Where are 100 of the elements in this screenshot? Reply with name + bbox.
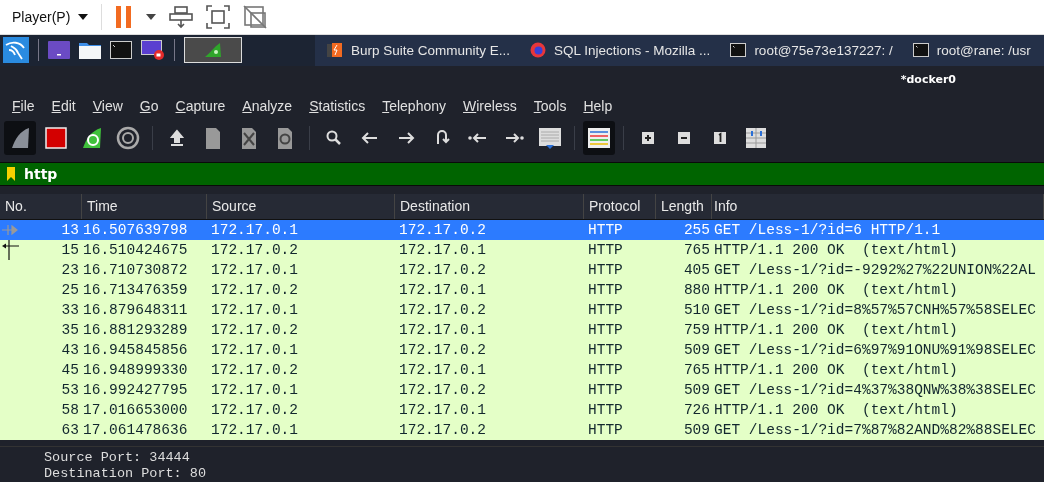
table-cell-text: 255 xyxy=(682,221,711,240)
table-cell-text: 16.948999330 xyxy=(82,361,189,380)
table-cell-text: HTTP/1.1 200 OK (text/html) xyxy=(713,241,959,260)
table-cell-text: 172.17.0.2 xyxy=(398,301,487,320)
table-cell-text: 33 xyxy=(60,301,80,320)
table-cell-text: 172.17.0.1 xyxy=(210,421,299,440)
table-cell-text: 726 xyxy=(682,401,711,420)
menu-item[interactable]: File xyxy=(12,98,35,115)
packet-row[interactable]: 45 16.948999330 172.17.0.2 172.17.0.1 HTTP 765 HTTP/1.1 200 OK (text/html) xyxy=(0,360,1044,380)
table-cell-text: 16.992427795 xyxy=(82,381,189,400)
taskbar-window[interactable]: Burp Suite Community E... xyxy=(315,35,519,66)
table-cell-text: 17.016653000 xyxy=(82,401,189,420)
table-cell-text: 172.17.0.1 xyxy=(398,361,487,380)
table-cell-text: 53 xyxy=(60,381,80,400)
table-cell-text: 16.881293289 xyxy=(82,321,189,340)
table-cell-text: GET /Less-1/?id=4%37%38QNW%38%38SELEC xyxy=(713,381,1037,400)
table-cell-text: 16.879648311 xyxy=(82,301,189,320)
column-header[interactable]: No. xyxy=(0,194,82,219)
column-header[interactable]: Info xyxy=(712,194,1044,219)
column-header[interactable]: Destination xyxy=(395,194,584,219)
table-cell-text: 16.510424675 xyxy=(82,241,189,260)
table-cell-text: 17.061478636 xyxy=(82,421,189,440)
taskbar-window[interactable]: SQL Injections - Mozilla ... xyxy=(518,35,719,66)
detail-line: Destination Port: 80 xyxy=(44,466,208,482)
table-cell-text: 172.17.0.2 xyxy=(398,381,487,400)
table-cell-text: 13 xyxy=(60,221,80,240)
table-cell-text: HTTP xyxy=(587,301,624,320)
table-cell-text: 765 xyxy=(682,361,711,380)
table-cell-text: 172.17.0.2 xyxy=(210,241,299,260)
table-cell-text: HTTP/1.1 200 OK (text/html) xyxy=(713,321,959,340)
packet-row[interactable]: 23 16.710730872 172.17.0.1 172.17.0.2 HTTP 405 GET /Less-1/?id=-9292%27%22UNION%22AL xyxy=(0,260,1044,280)
table-cell-text: 63 xyxy=(60,421,80,440)
display-filter-field[interactable]: http xyxy=(0,162,1044,186)
table-cell-text: 765 xyxy=(682,241,711,260)
table-cell-text: 172.17.0.2 xyxy=(210,361,299,380)
table-cell-text: 16.507639798 xyxy=(82,221,189,240)
menu-item[interactable]: Go xyxy=(139,98,159,115)
table-cell-text: HTTP/1.1 200 OK (text/html) xyxy=(713,281,959,300)
table-cell-text: 172.17.0.2 xyxy=(210,321,299,340)
table-cell-text: 405 xyxy=(682,261,711,280)
menu-item[interactable]: Wireless xyxy=(463,98,517,115)
table-cell-text: 58 xyxy=(60,401,80,420)
player-menu[interactable]: Player(P) xyxy=(12,9,89,26)
packet-row[interactable]: 15 16.510424675 172.17.0.2 172.17.0.1 HTTP 765 HTTP/1.1 200 OK (text/html) xyxy=(0,240,1044,260)
packet-row[interactable]: 63 17.061478636 172.17.0.1 172.17.0.2 HTTP 509 GET /Less-1/?id=7%87%82AND%82%88SELEC xyxy=(0,420,1044,440)
taskbar-window[interactable]: root@75e73e137227: / xyxy=(718,35,901,66)
table-cell-text: 172.17.0.2 xyxy=(210,281,299,300)
table-cell-text: 172.17.0.1 xyxy=(210,301,299,320)
table-cell-text: 172.17.0.1 xyxy=(398,321,487,340)
table-cell-text: 172.17.0.1 xyxy=(210,221,299,240)
table-cell-text: 172.17.0.1 xyxy=(210,341,299,360)
menu-item[interactable]: Help xyxy=(583,98,613,115)
table-cell-text: 43 xyxy=(60,341,80,360)
column-header[interactable]: Source xyxy=(207,194,395,219)
packet-row[interactable]: 13 16.507639798 172.17.0.1 172.17.0.2 HTTP 255 GET /Less-1/?id=6 HTTP/1.1 xyxy=(0,220,1044,240)
table-cell-text: 16.713476359 xyxy=(82,281,189,300)
table-cell-text: HTTP xyxy=(587,421,624,440)
table-cell-text: 509 xyxy=(682,381,711,400)
table-cell-text: 172.17.0.1 xyxy=(210,381,299,400)
table-cell-text: HTTP xyxy=(587,241,624,260)
column-header[interactable]: Time xyxy=(82,194,207,219)
table-cell-text: 25 xyxy=(60,281,80,300)
table-cell-text: 16.945845856 xyxy=(82,341,189,360)
table-cell-text: 510 xyxy=(682,301,711,320)
table-cell-text: 172.17.0.2 xyxy=(398,261,487,280)
table-cell-text: HTTP xyxy=(587,281,624,300)
menu-item[interactable]: View xyxy=(92,98,123,115)
table-cell-text: 172.17.0.1 xyxy=(398,241,487,260)
menu-item[interactable]: Edit xyxy=(51,98,76,115)
menu-item[interactable]: Analyze xyxy=(242,98,293,115)
packet-row[interactable]: 35 16.881293289 172.17.0.2 172.17.0.1 HTTP 759 HTTP/1.1 200 OK (text/html) xyxy=(0,320,1044,340)
table-cell-text: GET /Less-1/?id=6 HTTP/1.1 xyxy=(713,221,942,240)
table-cell-text: 172.17.0.1 xyxy=(210,261,299,280)
menu-item[interactable]: Capture xyxy=(175,98,226,115)
menu-item[interactable]: Statistics xyxy=(309,98,366,115)
menu-item[interactable]: Tools xyxy=(533,98,567,115)
table-cell-text: 15 xyxy=(60,241,80,260)
menu-item[interactable]: Telephony xyxy=(382,98,446,115)
table-cell-text: HTTP xyxy=(587,401,624,420)
taskbar-window[interactable]: root@rane: /usr xyxy=(900,35,1039,66)
packet-row[interactable]: 33 16.879648311 172.17.0.1 172.17.0.2 HTTP 510 GET /Less-1/?id=8%57%57CNH%57%58SELEC xyxy=(0,300,1044,320)
packet-row[interactable]: 43 16.945845856 172.17.0.1 172.17.0.2 HTTP 509 GET /Less-1/?id=6%97%91ONU%91%98SELEC xyxy=(0,340,1044,360)
packet-row[interactable]: 25 16.713476359 172.17.0.2 172.17.0.1 HTTP 880 HTTP/1.1 200 OK (text/html) xyxy=(0,280,1044,300)
table-cell-text: HTTP xyxy=(587,361,624,380)
table-cell-text: GET /Less-1/?id=6%97%91ONU%91%98SELEC xyxy=(713,341,1037,360)
table-cell-text: GET /Less-1/?id=-9292%27%22UNION%22AL xyxy=(713,261,1037,280)
table-cell-text: GET /Less-1/?id=8%57%57CNH%57%58SELEC xyxy=(713,301,1037,320)
table-cell-text: HTTP xyxy=(587,261,624,280)
packet-row[interactable]: 53 16.992427795 172.17.0.1 172.17.0.2 HTTP 509 GET /Less-1/?id=4%37%38QNW%38%38SELEC xyxy=(0,380,1044,400)
column-header[interactable]: Length xyxy=(656,194,712,219)
table-cell-text: 23 xyxy=(60,261,80,280)
table-cell-text: GET /Less-1/?id=7%87%82AND%82%88SELEC xyxy=(713,421,1037,440)
table-cell-text: HTTP xyxy=(587,341,624,360)
table-cell-text: 172.17.0.1 xyxy=(398,281,487,300)
detail-line: Source Port: 34444 xyxy=(44,450,191,466)
table-cell-text: 35 xyxy=(60,321,80,340)
table-cell-text: 759 xyxy=(682,321,711,340)
packet-row[interactable]: 58 17.016653000 172.17.0.2 172.17.0.1 HTTP 726 HTTP/1.1 200 OK (text/html) xyxy=(0,400,1044,420)
column-header[interactable]: Protocol xyxy=(584,194,656,219)
table-cell-text: 509 xyxy=(682,341,711,360)
